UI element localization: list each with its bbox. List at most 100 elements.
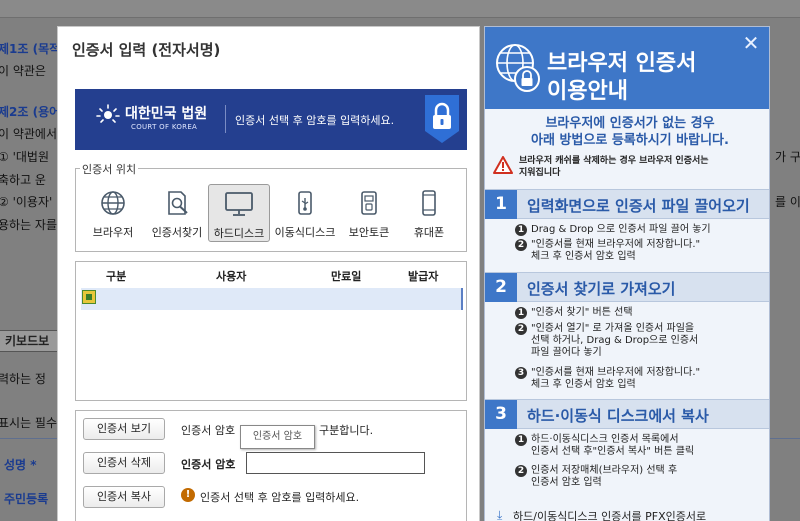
bg-keyboard-button: 키보드보 (0, 330, 58, 352)
certificate-list-table: 구분 사용자 만료일 발급자 (75, 261, 467, 401)
copy-certificate-button[interactable]: 인증서 복사 (83, 486, 165, 508)
certificate-location-group: 인증서 위치 브라우저 인증서찾기 하드디스크 이동식디스크 보안토큰 휴대폰 (75, 161, 467, 252)
guide-header: 브라우저 인증서 이용안내 ✕ (485, 27, 769, 109)
location-find-certificate-button[interactable]: 인증서찾기 (146, 184, 208, 242)
cache-warning-text: 브라우저 캐쉬를 삭제하는 경우 브라우저 인증서는 지워집니다 (519, 155, 709, 179)
cache-warning-line1: 브라우저 캐쉬를 삭제하는 경우 브라우저 인증서는 (519, 156, 709, 166)
bg-rrn-label: 주민등록 (4, 492, 49, 506)
view-certificate-button[interactable]: 인증서 보기 (83, 418, 165, 440)
globe-lock-icon (496, 44, 540, 92)
section-2-number: 2 (485, 273, 517, 302)
guide-section-3: 3 하드·이동식 디스크에서 복사 (485, 399, 769, 429)
section-1-title: 입력화면으로 인증서 파일 끌어오기 (527, 197, 750, 215)
certificate-row-selected[interactable] (81, 288, 463, 310)
token-icon (361, 191, 377, 215)
certificate-location-legend: 인증서 위치 (80, 161, 139, 177)
location-security-token-button[interactable]: 보안토큰 (338, 184, 400, 242)
close-icon[interactable]: ✕ (741, 33, 761, 53)
location-browser-label: 브라우저 (92, 226, 134, 239)
lock-icon (425, 95, 459, 143)
guide-intro-line2: 아래 방법으로 등록하시기 바랍니다. (531, 133, 729, 148)
guide-title-line2: 이용안내 (547, 79, 628, 104)
bg-article-2-item-1: ① '대법원 (0, 150, 49, 164)
guide-intro: 브라우저에 인증서가 없는 경우 아래 방법으로 등록하시기 바랍니다. (505, 115, 755, 149)
globe-icon (101, 191, 125, 215)
step-text: 체크 후 인증서 암호 입력 (531, 251, 636, 262)
password-hint-text: 인증서 선택 후 암호를 입력하세요. (200, 491, 360, 504)
password-input[interactable] (246, 452, 425, 474)
cache-warning-line2: 지워집니다 (519, 168, 561, 178)
section-1-step-1: 1 Drag & Drop 으로 인증서 파일 끌어 놓기 (515, 224, 711, 236)
section-3-number: 3 (485, 400, 517, 429)
warning-icon: ! (181, 488, 195, 502)
guide-intro-line1: 브라우저에 인증서가 없는 경우 (545, 116, 715, 131)
bg-divider (0, 438, 60, 439)
step-text: 인증서 선택 후"인증서 복사" 버튼 클릭 (531, 446, 695, 457)
step-text: "인증서 찾기" 버튼 선택 (531, 307, 633, 318)
guide-cache-warning: 브라우저 캐쉬를 삭제하는 경우 브라우저 인증서는 지워집니다 (493, 155, 763, 181)
browser-certificate-guide: 브라우저 인증서 이용안내 ✕ 브라우저에 인증서가 없는 경우 아래 방법으로… (484, 26, 770, 521)
column-type-header: 구분 (106, 270, 127, 283)
bg-form-intro: 력하는 정 (0, 372, 46, 386)
step-number-badge: 1 (515, 434, 527, 446)
phone-icon (422, 190, 436, 216)
step-text: Drag & Drop 으로 인증서 파일 끌어 놓기 (531, 224, 711, 235)
step-text: "인증서를 현재 브라우저에 저장합니다." (531, 367, 701, 378)
pfx-conversion-text: 하드/이동식디스크 인증서를 PFX인증서로 (513, 510, 707, 521)
case-sensitivity-text-start: 인증서 암호 (181, 424, 236, 437)
bg-name-label: 성명 * (4, 458, 37, 472)
bg-right-text-2: 를 이 (775, 195, 800, 209)
column-expiry-header: 만료일 (331, 270, 362, 283)
delete-certificate-button[interactable]: 인증서 삭제 (83, 452, 165, 474)
location-hard-disk-button[interactable]: 하드디스크 (208, 184, 270, 242)
download-icon: ⤓ (497, 508, 503, 521)
section-2-step-3: 3 "인증서를 현재 브라우저에 저장합니다." 체크 후 인증서 암호 입력 (515, 367, 701, 391)
bg-article-2-title: 제2조 (용어 (0, 105, 61, 119)
section-3-title: 하드·이동식 디스크에서 복사 (527, 407, 709, 425)
location-removable-disk-label: 이동식디스크 (274, 226, 336, 239)
section-3-step-1: 1 하드·이동식디스크 인증서 목록에서 인증서 선택 후"인증서 복사" 버튼… (515, 434, 695, 458)
banner-instruction: 인증서 선택 후 암호를 입력하세요. (235, 114, 395, 127)
warning-triangle-icon (493, 156, 513, 174)
step-number-badge: 2 (515, 465, 527, 477)
section-2-step-1: 1 "인증서 찾기" 버튼 선택 (515, 307, 633, 319)
step-text: 인증서 저장매체(브라우저) 선택 후 (531, 465, 678, 476)
section-3-step-2: 2 인증서 저장매체(브라우저) 선택 후 인증서 암호 입력 (515, 465, 678, 489)
location-removable-disk-button[interactable]: 이동식디스크 (274, 184, 336, 242)
location-hard-disk-label: 하드디스크 (213, 227, 265, 240)
court-banner: 대한민국 법원 COURT OF KOREA 인증서 선택 후 암호를 입력하세… (75, 89, 467, 150)
background-topbar (0, 0, 800, 18)
column-issuer-header: 발급자 (408, 270, 439, 283)
step-number-badge: 3 (515, 367, 527, 379)
column-user-header: 사용자 (216, 270, 247, 283)
usb-icon (298, 191, 312, 215)
location-browser-button[interactable]: 브라우저 (82, 184, 144, 242)
row-selection-edge (461, 288, 463, 310)
bg-right-text-1: 가 구 (775, 150, 800, 164)
case-sensitivity-text-end: 구분합니다. (319, 424, 374, 437)
bg-article-2-item-2: ② '이용자' (0, 195, 53, 209)
step-number-badge: 1 (515, 307, 527, 319)
bg-article-2-text: 이 약관에서 (0, 127, 58, 141)
bg-divider-right (770, 438, 800, 439)
bg-article-1-text: 이 약관은 (0, 64, 46, 78)
banner-divider (225, 105, 226, 133)
court-emblem-icon (96, 104, 120, 123)
guide-section-1: 1 입력화면으로 인증서 파일 끌어오기 (485, 189, 769, 219)
section-1-step-2: 2 "인증서를 현재 브라우저에 저장합니다." 체크 후 인증서 암호 입력 (515, 239, 701, 263)
step-text: 인증서 암호 입력 (531, 477, 602, 488)
location-mobile-phone-button[interactable]: 휴대폰 (398, 184, 460, 242)
monitor-icon (225, 192, 253, 216)
bg-article-1-title: 제1조 (목적 (0, 42, 61, 56)
certificate-icon (82, 290, 96, 304)
file-search-icon (168, 191, 188, 215)
step-text: 하드·이동식디스크 인증서 목록에서 (531, 434, 679, 445)
guide-section-2: 2 인증서 찾기로 가져오기 (485, 272, 769, 302)
step-text: 체크 후 인증서 암호 입력 (531, 379, 636, 390)
step-text: "인증서를 현재 브라우저에 저장합니다." (531, 239, 701, 250)
pfx-conversion-link[interactable]: ⤓ 하드/이동식디스크 인증서를 PFX인증서로 (497, 508, 707, 521)
step-text: 선택 하거나, Drag & Drop으로 인증서 (531, 335, 699, 346)
bg-article-2-item-1b: 축하고 운 (0, 173, 46, 187)
step-text: "인증서 열기" 로 가져올 인증서 파일을 (531, 323, 695, 334)
step-text: 파일 끌어다 놓기 (531, 347, 602, 358)
